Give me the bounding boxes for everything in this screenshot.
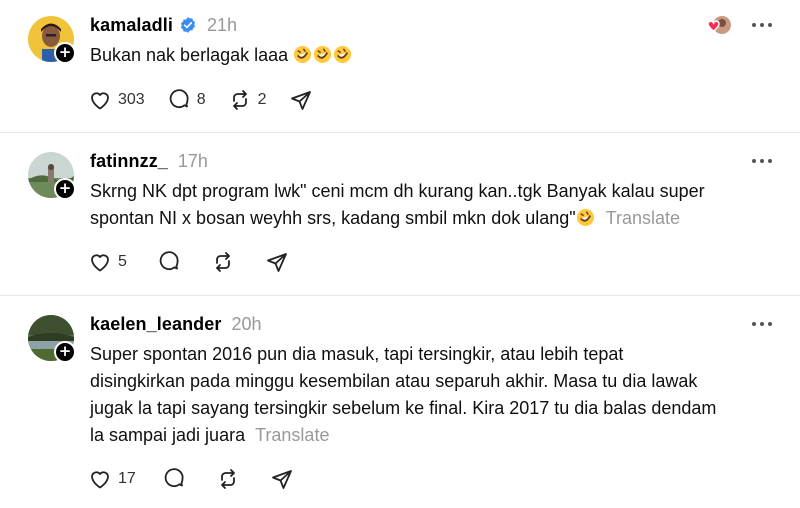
username[interactable]: kaelen_leander	[90, 314, 221, 335]
share-icon	[267, 253, 287, 272]
post-actions: 303 8 2	[88, 87, 335, 113]
post-text-line: disingkirkan pada minggu kesembilan atau…	[90, 371, 698, 391]
more-options-icon[interactable]	[752, 157, 772, 165]
post-actions: 5	[88, 249, 311, 275]
repost-icon	[216, 252, 230, 272]
username[interactable]: fatinnzz_	[90, 151, 168, 172]
liked-by-avatars[interactable]	[706, 15, 732, 35]
like-button[interactable]: 17	[88, 467, 136, 491]
like-button[interactable]: 303	[88, 88, 145, 112]
reply-button[interactable]	[162, 467, 186, 491]
post-actions: 17	[88, 466, 316, 492]
repost-button[interactable]	[216, 467, 240, 491]
post-text-content: Bukan nak berlagak laaa	[90, 45, 289, 65]
post-kamaladli: + kamaladli 21h Bukan nak berlagak laaa …	[0, 0, 800, 132]
post-text-line: jugak la tapi sayang tersingkir sebelum …	[90, 398, 717, 418]
heart-icon	[91, 254, 109, 272]
post-text: Super spontan 2016 pun dia masuk, tapi t…	[90, 341, 780, 449]
rofl-emoji-icon	[294, 45, 312, 64]
post-fatinnzz: + fatinnzz_ 17h Skrng NK dpt program lwk…	[0, 133, 800, 295]
repost-button[interactable]: 2	[228, 88, 267, 112]
repost-icon	[220, 469, 235, 489]
follow-plus-icon[interactable]: +	[54, 178, 76, 200]
comment-icon	[164, 468, 184, 487]
more-options-icon[interactable]	[752, 21, 772, 29]
post-text-line: Skrng NK dpt program lwk" ceni mcm dh ku…	[90, 181, 705, 201]
avatar[interactable]: +	[28, 16, 76, 64]
follow-plus-icon[interactable]: +	[54, 341, 76, 363]
repost-count: 2	[257, 91, 267, 108]
share-button[interactable]	[270, 467, 294, 491]
like-count: 5	[118, 253, 127, 270]
share-icon	[271, 470, 292, 489]
post-text-line: la sampai jadi juara Translate	[90, 422, 780, 449]
post-time: 17h	[177, 150, 208, 171]
post-text: Skrng NK dpt program lwk" ceni mcm dh ku…	[90, 178, 780, 232]
avatar[interactable]: +	[28, 152, 76, 200]
post-time: 20h	[231, 313, 262, 334]
rofl-emoji-icon	[576, 208, 594, 227]
translate-link[interactable]: Translate	[606, 208, 680, 228]
reply-button[interactable]: 8	[167, 88, 206, 112]
comment-icon	[159, 251, 179, 270]
repost-button[interactable]	[211, 250, 235, 274]
post-text-line: spontan NI x bosan weyhh srs, kadang smb…	[90, 205, 780, 232]
post-kaelen-leander: + kaelen_leander 20h Super spontan 2016 …	[0, 296, 800, 508]
share-button[interactable]	[289, 88, 313, 112]
reply-button[interactable]	[157, 250, 181, 274]
post-text-line-content: spontan NI x bosan weyhh srs, kadang smb…	[90, 208, 576, 228]
follow-plus-icon[interactable]: +	[54, 42, 76, 64]
post-text-line-content: la sampai jadi juara	[90, 425, 246, 445]
share-icon	[290, 91, 311, 110]
username[interactable]: kamaladli	[90, 15, 173, 36]
rofl-emoji-icon	[314, 45, 332, 64]
like-count: 17	[118, 470, 136, 487]
like-count: 303	[118, 91, 145, 108]
avatar[interactable]: +	[28, 315, 76, 363]
heart-icon	[91, 471, 109, 489]
post-time: 21h	[206, 14, 237, 35]
share-button[interactable]	[265, 250, 289, 274]
translate-link[interactable]: Translate	[255, 425, 329, 445]
verified-badge-icon	[180, 17, 196, 33]
comment-icon	[169, 89, 189, 108]
post-text: Bukan nak berlagak laaa	[90, 42, 780, 69]
repost-icon	[232, 90, 247, 110]
reply-count: 8	[196, 91, 206, 108]
heart-icon	[91, 92, 109, 110]
like-button[interactable]: 5	[88, 250, 127, 274]
more-options-icon[interactable]	[752, 320, 772, 328]
post-text-line: Super spontan 2016 pun dia masuk, tapi t…	[90, 344, 624, 364]
rofl-emoji-icon	[334, 45, 352, 64]
